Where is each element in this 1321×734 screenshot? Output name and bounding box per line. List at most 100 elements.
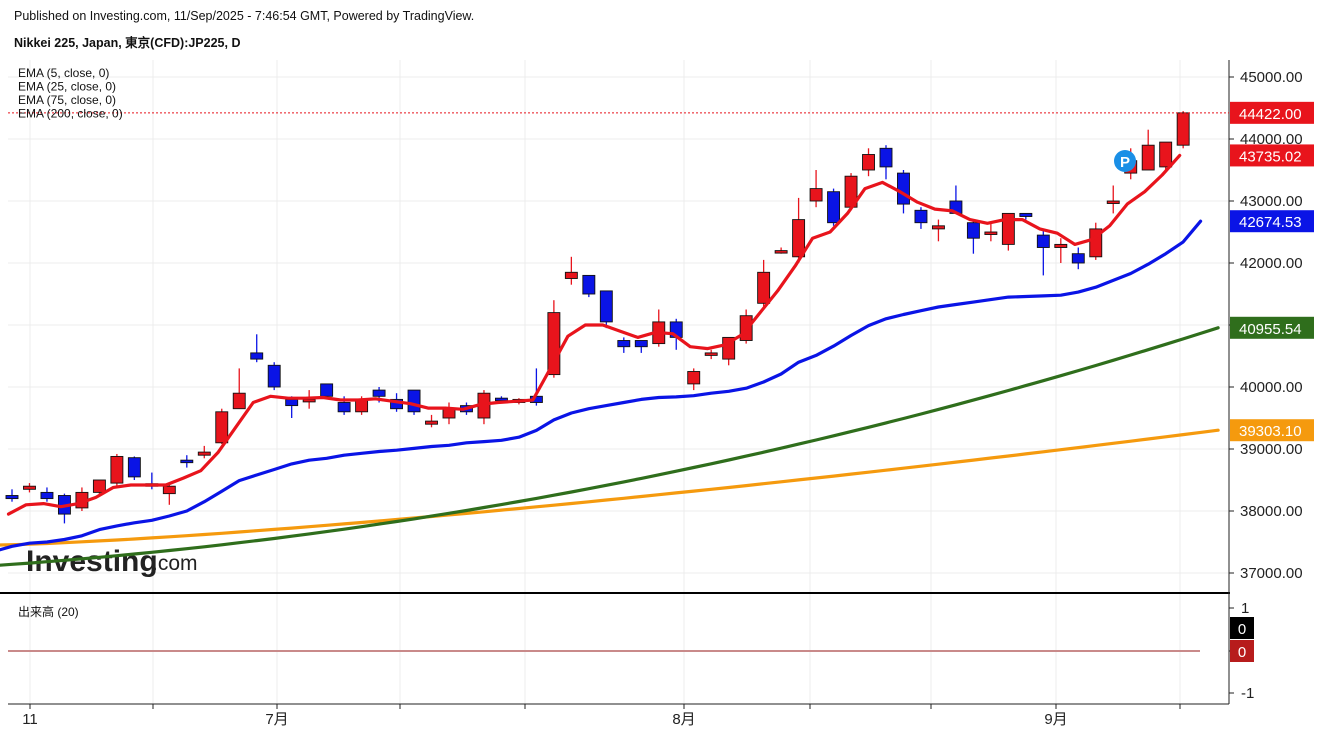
indicator-legend: EMA (5, close, 0)EMA (25, close, 0)EMA (… [18, 66, 123, 121]
candle-body [407, 389, 421, 413]
candle-body [267, 364, 281, 388]
candle-body [809, 188, 823, 202]
candle [547, 300, 561, 378]
volume-tick-label: -1 [1241, 685, 1254, 702]
candle-body [774, 250, 788, 254]
candle-body [23, 485, 36, 490]
p-marker-label: P [1120, 154, 1130, 171]
candle-body [617, 340, 631, 348]
candle [617, 337, 631, 353]
candle [110, 453, 124, 487]
candle-body [320, 383, 334, 397]
candle-body [110, 455, 124, 484]
candle-body [162, 485, 176, 495]
candle-body [127, 457, 141, 478]
candle [984, 222, 998, 242]
price-chart[interactable]: Investing .com EMA (5, close, 0)EMA (25,… [0, 0, 1321, 734]
candle [127, 456, 141, 480]
legend-entry: EMA (25, close, 0) [18, 80, 116, 94]
p-marker[interactable]: P [1114, 150, 1136, 172]
candle [757, 259, 771, 307]
y-tick-label: 43000.00 [1240, 193, 1303, 210]
candle [40, 487, 54, 502]
candle-body [897, 172, 910, 205]
candle-body [250, 352, 264, 360]
candle [197, 445, 211, 459]
logo-suffix: .com [152, 552, 198, 575]
candle [862, 148, 875, 177]
candle-body [1106, 200, 1120, 204]
candle [652, 309, 666, 347]
candle-body [180, 459, 194, 464]
candle-body [757, 271, 771, 304]
candle-body [582, 274, 596, 295]
candle [704, 349, 718, 360]
candle-body [337, 402, 351, 413]
candle [1054, 238, 1068, 263]
candle [23, 483, 36, 493]
candle [582, 274, 596, 298]
candle-body [5, 495, 19, 500]
candle-body [564, 271, 578, 279]
price-badge: 43735.02 [1230, 144, 1314, 167]
volume-tick-label: 1 [1241, 600, 1249, 617]
candle-body [984, 231, 998, 235]
candle-body [197, 451, 211, 456]
candle-body [966, 222, 980, 239]
candle [1089, 222, 1103, 260]
candle [250, 334, 264, 363]
candle [1106, 185, 1120, 214]
volume-badge-label: 0 [1238, 621, 1246, 638]
candle-body [634, 340, 648, 348]
candle [914, 207, 928, 229]
candle [180, 455, 194, 468]
candle-body [232, 392, 246, 410]
volume-badge: 0 [1230, 617, 1254, 639]
candle-body [599, 290, 613, 323]
price-badge-label: 40955.54 [1239, 321, 1302, 338]
candle [1071, 247, 1085, 270]
volume-badge-label: 0 [1238, 644, 1246, 661]
candle [425, 414, 438, 428]
candle-body [1141, 144, 1155, 171]
candle [634, 340, 648, 353]
y-tick-label: 37000.00 [1240, 565, 1303, 582]
candle [564, 256, 578, 285]
price-badge-label: 39303.10 [1239, 423, 1302, 440]
x-tick-label: 8月 [672, 711, 695, 728]
candle-body [862, 154, 875, 171]
grid-lines [8, 60, 1229, 704]
candle [5, 489, 19, 502]
candle-body [687, 371, 701, 385]
candle [949, 185, 963, 214]
price-badge-label: 44422.00 [1239, 106, 1302, 123]
candle-body [827, 191, 841, 224]
candle-body [1036, 234, 1050, 248]
candle-body [1071, 253, 1085, 264]
candle-body [494, 397, 508, 402]
candle-body [931, 225, 945, 230]
candle-body [879, 147, 893, 168]
candle-body [372, 389, 386, 397]
x-tick-label: 9月 [1044, 711, 1067, 728]
candle [477, 390, 491, 425]
y-tick-label: 42000.00 [1240, 255, 1303, 272]
candle [931, 219, 945, 242]
candle [1036, 228, 1050, 276]
candle-body [1054, 243, 1068, 248]
candle [599, 290, 613, 329]
ema200-polyline [0, 428, 1220, 547]
candle-body [215, 411, 229, 444]
candle-body [704, 352, 718, 356]
price-badge: 44422.00 [1230, 101, 1314, 124]
candle-body [285, 398, 299, 407]
price-badge: 42674.53 [1230, 210, 1314, 233]
candle [879, 145, 893, 180]
candle [442, 402, 456, 425]
y-tick-label: 39000.00 [1240, 441, 1303, 458]
candle [966, 219, 980, 254]
ema200-line [0, 428, 1220, 547]
candle [267, 362, 281, 391]
candle [774, 247, 788, 254]
time-axis-ticks: 11 7月 8月 9月 [22, 704, 1181, 728]
